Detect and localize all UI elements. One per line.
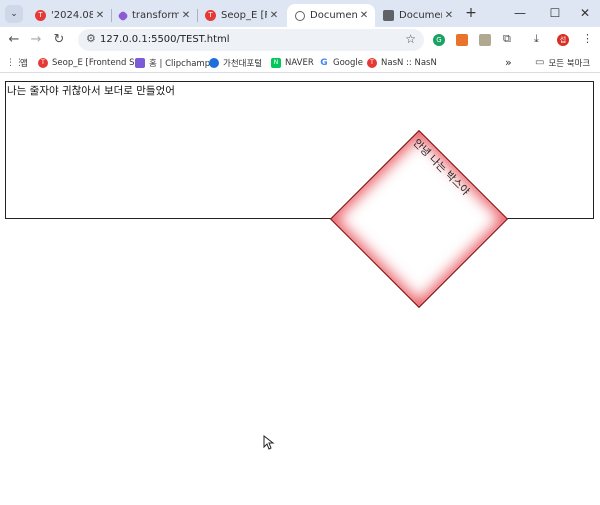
- tab-1[interactable]: T '2024.08.21 · ✕: [27, 4, 111, 27]
- clipchamp-icon: [135, 57, 145, 68]
- bookmarks-bar: ⋮⋮ 앱 T Seop_E [Frontend S... 홈 | Clipcha…: [0, 53, 600, 73]
- tab-strip: ⌄ T '2024.08.21 · ✕ transform - ✕ T Seop…: [0, 0, 600, 27]
- tab-title: Document ·: [399, 10, 442, 21]
- bookmark-clipchamp[interactable]: 홈 | Clipchamp: [135, 55, 210, 70]
- tab-title: transform -: [132, 10, 179, 21]
- reload-button[interactable]: ↻: [50, 31, 68, 49]
- tab-title: Document: [310, 10, 357, 21]
- maximize-button[interactable]: ☐: [540, 4, 570, 22]
- chevron-down-icon: ⌄: [10, 9, 18, 19]
- bookmark-seop[interactable]: T Seop_E [Frontend S...: [38, 55, 143, 70]
- back-button[interactable]: ←: [5, 31, 23, 49]
- tab-3[interactable]: T Seop_E [Fron ✕: [197, 4, 285, 27]
- bookmark-label: 가천대포털: [223, 58, 263, 69]
- page-viewport: 나는 줄자야 귀찮아서 보더로 만들었어 안녕 나는 박스야: [0, 73, 600, 505]
- bookmark-naver[interactable]: N NAVER: [271, 55, 314, 70]
- download-icon[interactable]: ⤓: [534, 32, 539, 46]
- ruler-box: 나는 줄자야 귀찮아서 보더로 만들었어: [5, 81, 594, 219]
- tistory-icon: T: [367, 57, 377, 68]
- gachon-icon: [209, 57, 219, 68]
- folder-icon: ▭: [535, 57, 545, 68]
- tistory-icon: T: [35, 10, 46, 21]
- tab-favicon-icon: [117, 9, 129, 22]
- extension-icon[interactable]: [456, 34, 468, 46]
- site-info-icon[interactable]: ⚙: [86, 32, 96, 45]
- image-tab-icon: [383, 10, 394, 21]
- url-text: 127.0.0.1:5500/TEST.html: [100, 34, 230, 45]
- tab-5[interactable]: Document · ✕: [375, 4, 460, 27]
- close-icon[interactable]: ✕: [93, 10, 107, 21]
- bookmark-star-icon[interactable]: ☆: [405, 32, 416, 46]
- close-icon[interactable]: ✕: [442, 10, 456, 21]
- tistory-icon: T: [38, 57, 48, 68]
- bookmarks-overflow-button[interactable]: »: [505, 55, 512, 70]
- address-bar[interactable]: ⚙ 127.0.0.1:5500/TEST.html ☆: [78, 29, 424, 51]
- puzzle-extensions-icon[interactable]: ⧉: [503, 32, 511, 46]
- all-bookmarks-folder[interactable]: ▭ 모든 북마크: [535, 55, 590, 70]
- bookmark-label: 모든 북마크: [548, 58, 591, 69]
- bookmark-label: Seop_E [Frontend S...: [52, 57, 143, 68]
- tab-search-button[interactable]: ⌄: [5, 5, 23, 23]
- bookmark-label: NAVER: [285, 57, 314, 68]
- menu-kebab-icon[interactable]: ⋮: [582, 32, 593, 45]
- bookmark-label: 홈 | Clipchamp: [149, 58, 211, 69]
- apps-grid-icon: ⋮⋮: [6, 57, 24, 68]
- ruler-box-text: 나는 줄자야 귀찮아서 보더로 만들었어: [7, 85, 175, 97]
- tab-2[interactable]: transform - ✕: [111, 4, 197, 27]
- google-icon: G: [320, 57, 328, 68]
- new-tab-button[interactable]: +: [463, 5, 479, 21]
- extension-image-icon[interactable]: [479, 34, 491, 46]
- mouse-cursor-icon: [263, 435, 275, 450]
- tab-title: Seop_E [Fron: [221, 10, 267, 21]
- tistory-icon: T: [205, 10, 216, 21]
- bookmark-gachon[interactable]: 가천대포털: [209, 55, 262, 70]
- bookmark-apps[interactable]: ⋮⋮ 앱: [6, 55, 28, 70]
- tab-title: '2024.08.21 ·: [51, 10, 93, 21]
- globe-icon: [295, 10, 305, 21]
- bookmark-label: NasN :: NasN: [381, 57, 437, 68]
- bookmark-nasn[interactable]: T NasN :: NasN: [367, 55, 437, 70]
- grammarly-icon[interactable]: G: [433, 34, 445, 46]
- bookmark-label: 앱: [20, 58, 28, 69]
- browser-toolbar: ← → ↻ ⚙ 127.0.0.1:5500/TEST.html ☆ G ⧉ ⤓…: [0, 27, 600, 53]
- bookmark-google[interactable]: G Google: [319, 55, 363, 70]
- window-close-button[interactable]: ✕: [570, 4, 600, 22]
- forward-button[interactable]: →: [27, 31, 45, 49]
- bookmark-label: Google: [333, 57, 363, 68]
- close-icon[interactable]: ✕: [267, 10, 281, 21]
- minimize-button[interactable]: —: [505, 4, 535, 22]
- close-icon[interactable]: ✕: [357, 10, 371, 21]
- close-icon[interactable]: ✕: [179, 10, 193, 21]
- naver-icon: N: [271, 57, 281, 68]
- tab-4-active[interactable]: Document ✕: [287, 4, 375, 27]
- profile-avatar[interactable]: 섭: [557, 34, 569, 46]
